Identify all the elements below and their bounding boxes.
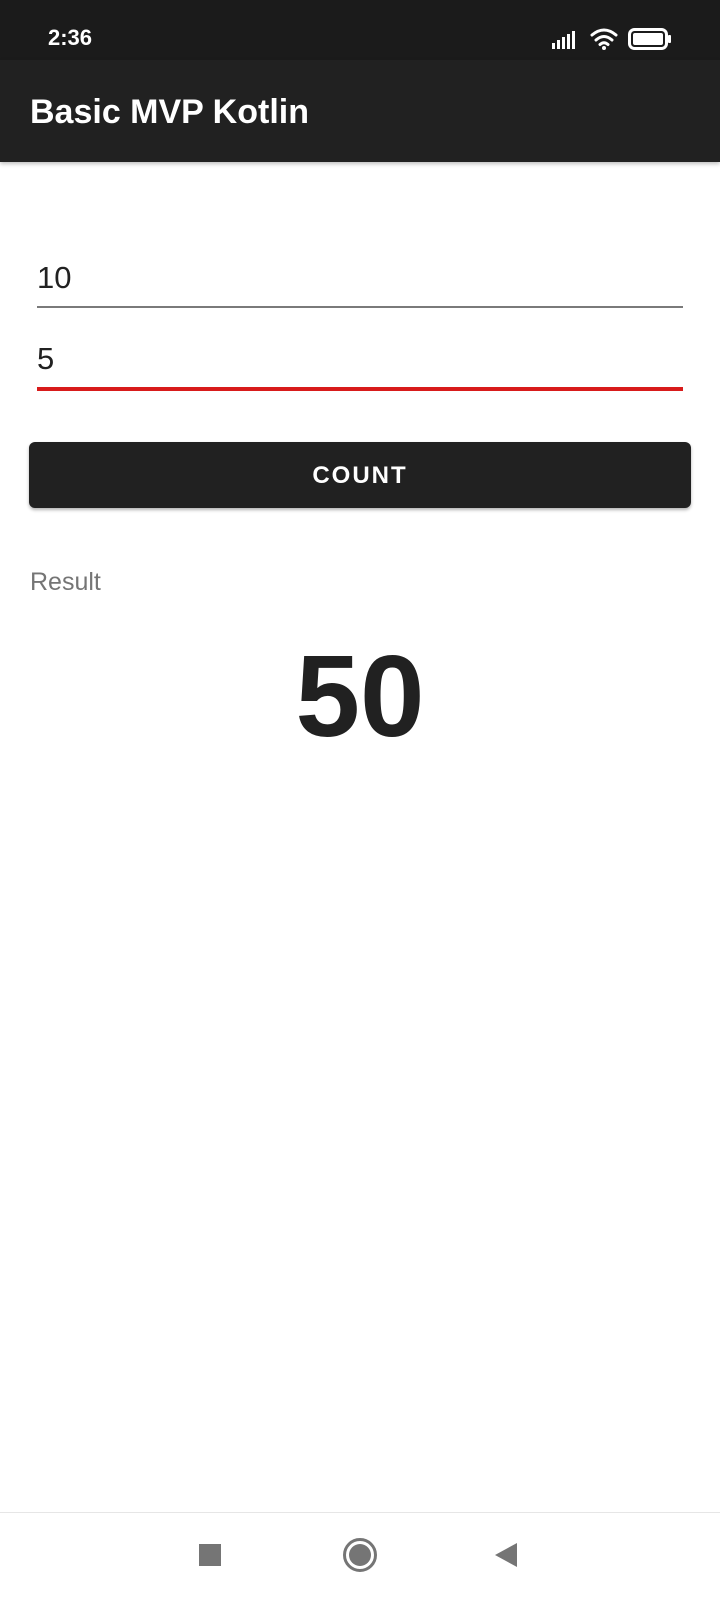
result-value: 50: [295, 631, 425, 761]
status-time: 2:36: [48, 25, 93, 50]
app-title: Basic MVP Kotlin: [30, 93, 309, 131]
second-number-input[interactable]: [37, 331, 683, 391]
back-icon: [493, 1541, 519, 1574]
signal-icon: [552, 29, 580, 49]
app-bar: Basic MVP Kotlin: [0, 60, 720, 162]
count-button[interactable]: COUNT: [29, 442, 691, 508]
first-number-input[interactable]: [37, 250, 683, 308]
home-button[interactable]: [320, 1513, 400, 1600]
back-button[interactable]: [466, 1513, 546, 1600]
status-icons: [552, 26, 672, 52]
navigation-bar: [0, 1512, 720, 1600]
wifi-icon: [590, 28, 618, 50]
status-bar: 2:36: [0, 0, 720, 60]
battery-icon: [628, 28, 672, 50]
screen: 2:36 Basic MVP Kotlin 10 5 COUNT Result …: [0, 0, 720, 1600]
home-icon: [342, 1537, 378, 1578]
result-label: Result: [30, 568, 101, 596]
recent-apps-icon: [198, 1543, 222, 1572]
recent-apps-button[interactable]: [170, 1513, 250, 1600]
